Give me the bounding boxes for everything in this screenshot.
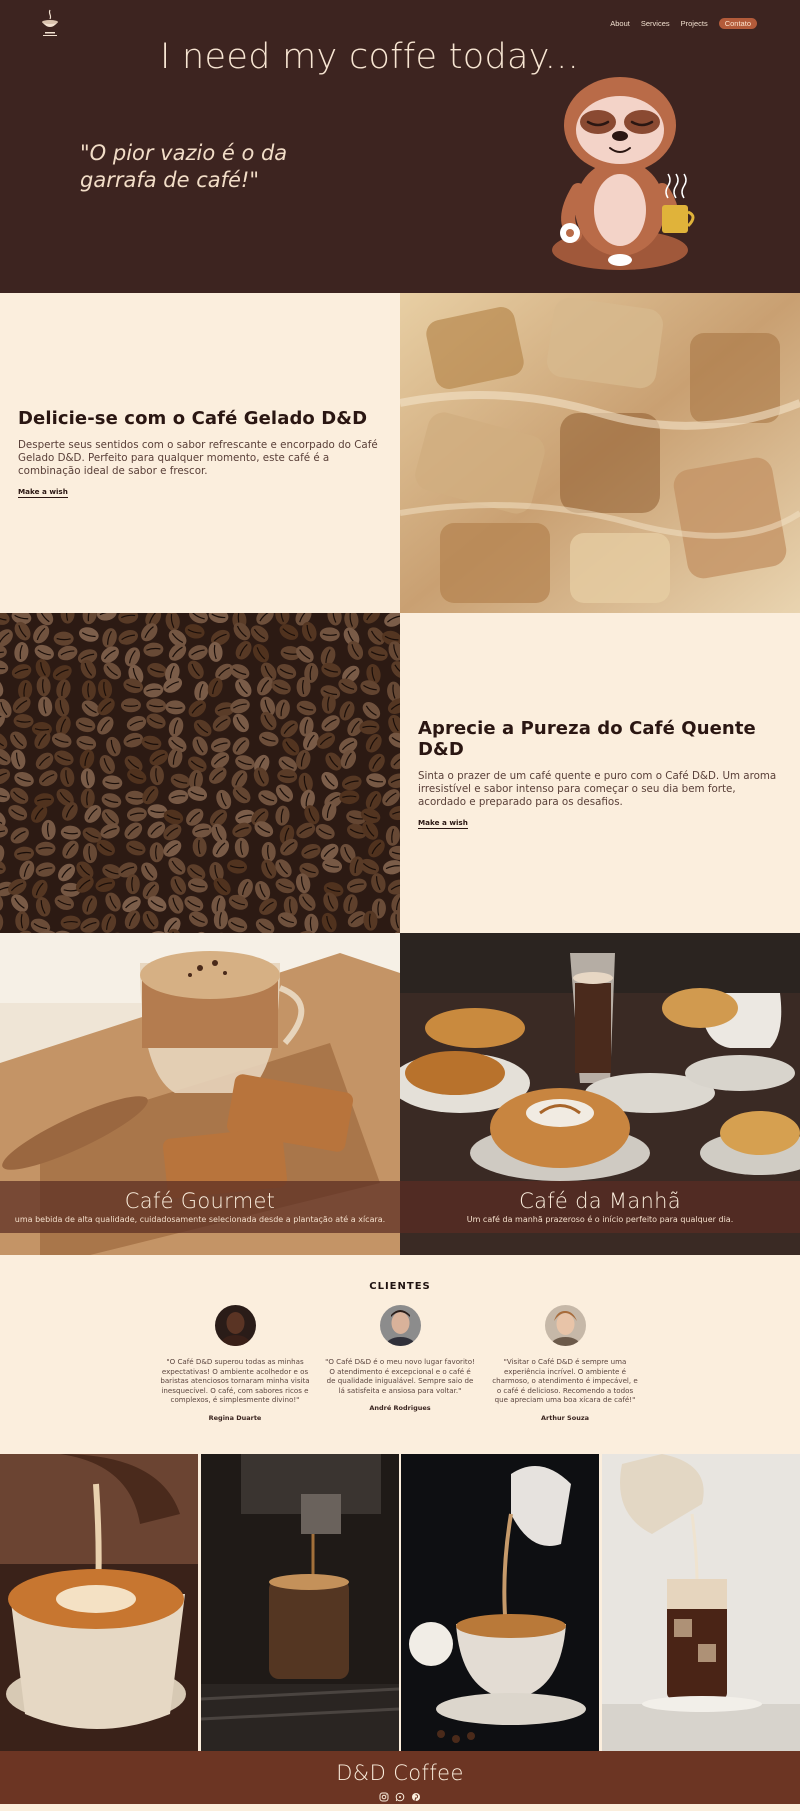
client-name: André Rodrigues: [369, 1404, 431, 1412]
product-gourmet-card[interactable]: Café Gourmet uma bebida de alta qualidad…: [0, 933, 400, 1255]
hero-title: I need my coffe today...: [160, 37, 580, 77]
hot-coffee-title: Aprecie a Pureza do Café Quente D&D: [418, 717, 756, 760]
coffee-beans-image: [0, 613, 400, 933]
nav-services[interactable]: Services: [641, 19, 670, 28]
iced-coffee-image: [400, 293, 800, 613]
gallery-image-latte-art: [0, 1454, 199, 1751]
footer: D&D Coffee: [0, 1751, 800, 1804]
clients-section: CLIENTES "O Café D&D superou todas as mi…: [0, 1255, 800, 1454]
coffee-gallery: [0, 1454, 800, 1751]
nav-projects[interactable]: Projects: [681, 19, 708, 28]
product-gourmet-description: uma bebida de alta qualidade, cuidadosam…: [14, 1215, 386, 1224]
iced-coffee-text-block: Delicie-se com o Café Gelado D&D Despert…: [0, 293, 400, 613]
instagram-icon[interactable]: [379, 1787, 389, 1802]
hot-coffee-make-a-wish-link[interactable]: Make a wish: [418, 818, 468, 829]
avatar: [214, 1305, 256, 1346]
coffee-logo-icon[interactable]: [38, 8, 62, 38]
pinterest-icon[interactable]: [411, 1787, 421, 1802]
hot-coffee-text-block: Aprecie a Pureza do Café Quente D&D Sint…: [400, 613, 800, 933]
iced-coffee-title: Delicie-se com o Café Gelado D&D: [18, 408, 368, 429]
gallery-image-iced-latte: [601, 1454, 800, 1751]
main-nav: About Services Projects Contato: [610, 18, 757, 29]
avatar: [379, 1305, 421, 1346]
client-testimonial: "O Café D&D é o meu novo lugar favorito!…: [318, 1305, 483, 1422]
products-section: Café Gourmet uma bebida de alta qualidad…: [0, 933, 800, 1255]
gallery-image-pour: [401, 1454, 600, 1751]
product-breakfast-band: Café da Manhã Um café da manhã prazeroso…: [400, 1181, 800, 1233]
iced-coffee-description: Desperte seus sentidos com o sabor refre…: [18, 439, 378, 477]
hot-coffee-feature: Aprecie a Pureza do Café Quente D&D Sint…: [0, 613, 800, 933]
product-breakfast-description: Um café da manhã prazeroso é o início pe…: [466, 1215, 734, 1224]
footer-brand: D&D Coffee: [336, 1761, 464, 1785]
avatar: [544, 1305, 586, 1346]
iced-coffee-make-a-wish-link[interactable]: Make a wish: [18, 487, 68, 498]
hot-coffee-description: Sinta o prazer de um café quente e puro …: [418, 769, 777, 808]
client-testimonial: "Visitar o Café D&D é sempre uma experiê…: [483, 1305, 648, 1422]
nav-contact-button[interactable]: Contato: [718, 18, 757, 29]
iced-coffee-feature: Delicie-se com o Café Gelado D&D Despert…: [0, 293, 800, 613]
product-breakfast-title: Café da Manhã: [519, 1189, 681, 1213]
clients-list: "O Café D&D superou todas as minhas expe…: [0, 1305, 800, 1422]
client-name: Arthur Souza: [540, 1413, 589, 1422]
product-gourmet-band: Café Gourmet uma bebida de alta qualidad…: [0, 1181, 400, 1233]
client-testimonial: "O Café D&D superou todas as minhas expe…: [153, 1305, 318, 1422]
nav-about[interactable]: About: [610, 19, 630, 28]
client-quote: "Visitar o Café D&D é sempre uma experiê…: [492, 1357, 638, 1404]
social-links: [0, 1787, 800, 1802]
hero-section: About Services Projects Contato I need m…: [0, 0, 800, 293]
clients-heading: CLIENTES: [369, 1281, 431, 1292]
client-name: Regina Duarte: [208, 1413, 262, 1422]
hero-quote: "O pior vazio é o da garrafa de café!": [80, 141, 288, 192]
product-breakfast-card[interactable]: Café da Manhã Um café da manhã prazeroso…: [400, 933, 800, 1255]
gallery-image-espresso-machine: [200, 1454, 400, 1751]
product-gourmet-title: Café Gourmet: [124, 1189, 276, 1213]
client-quote: "O Café D&D superou todas as minhas expe…: [160, 1357, 310, 1404]
whatsapp-icon[interactable]: [395, 1787, 405, 1802]
sloth-meditating-illustration: [552, 77, 695, 270]
client-quote: "O Café D&D é o meu novo lugar favorito!…: [325, 1357, 475, 1395]
